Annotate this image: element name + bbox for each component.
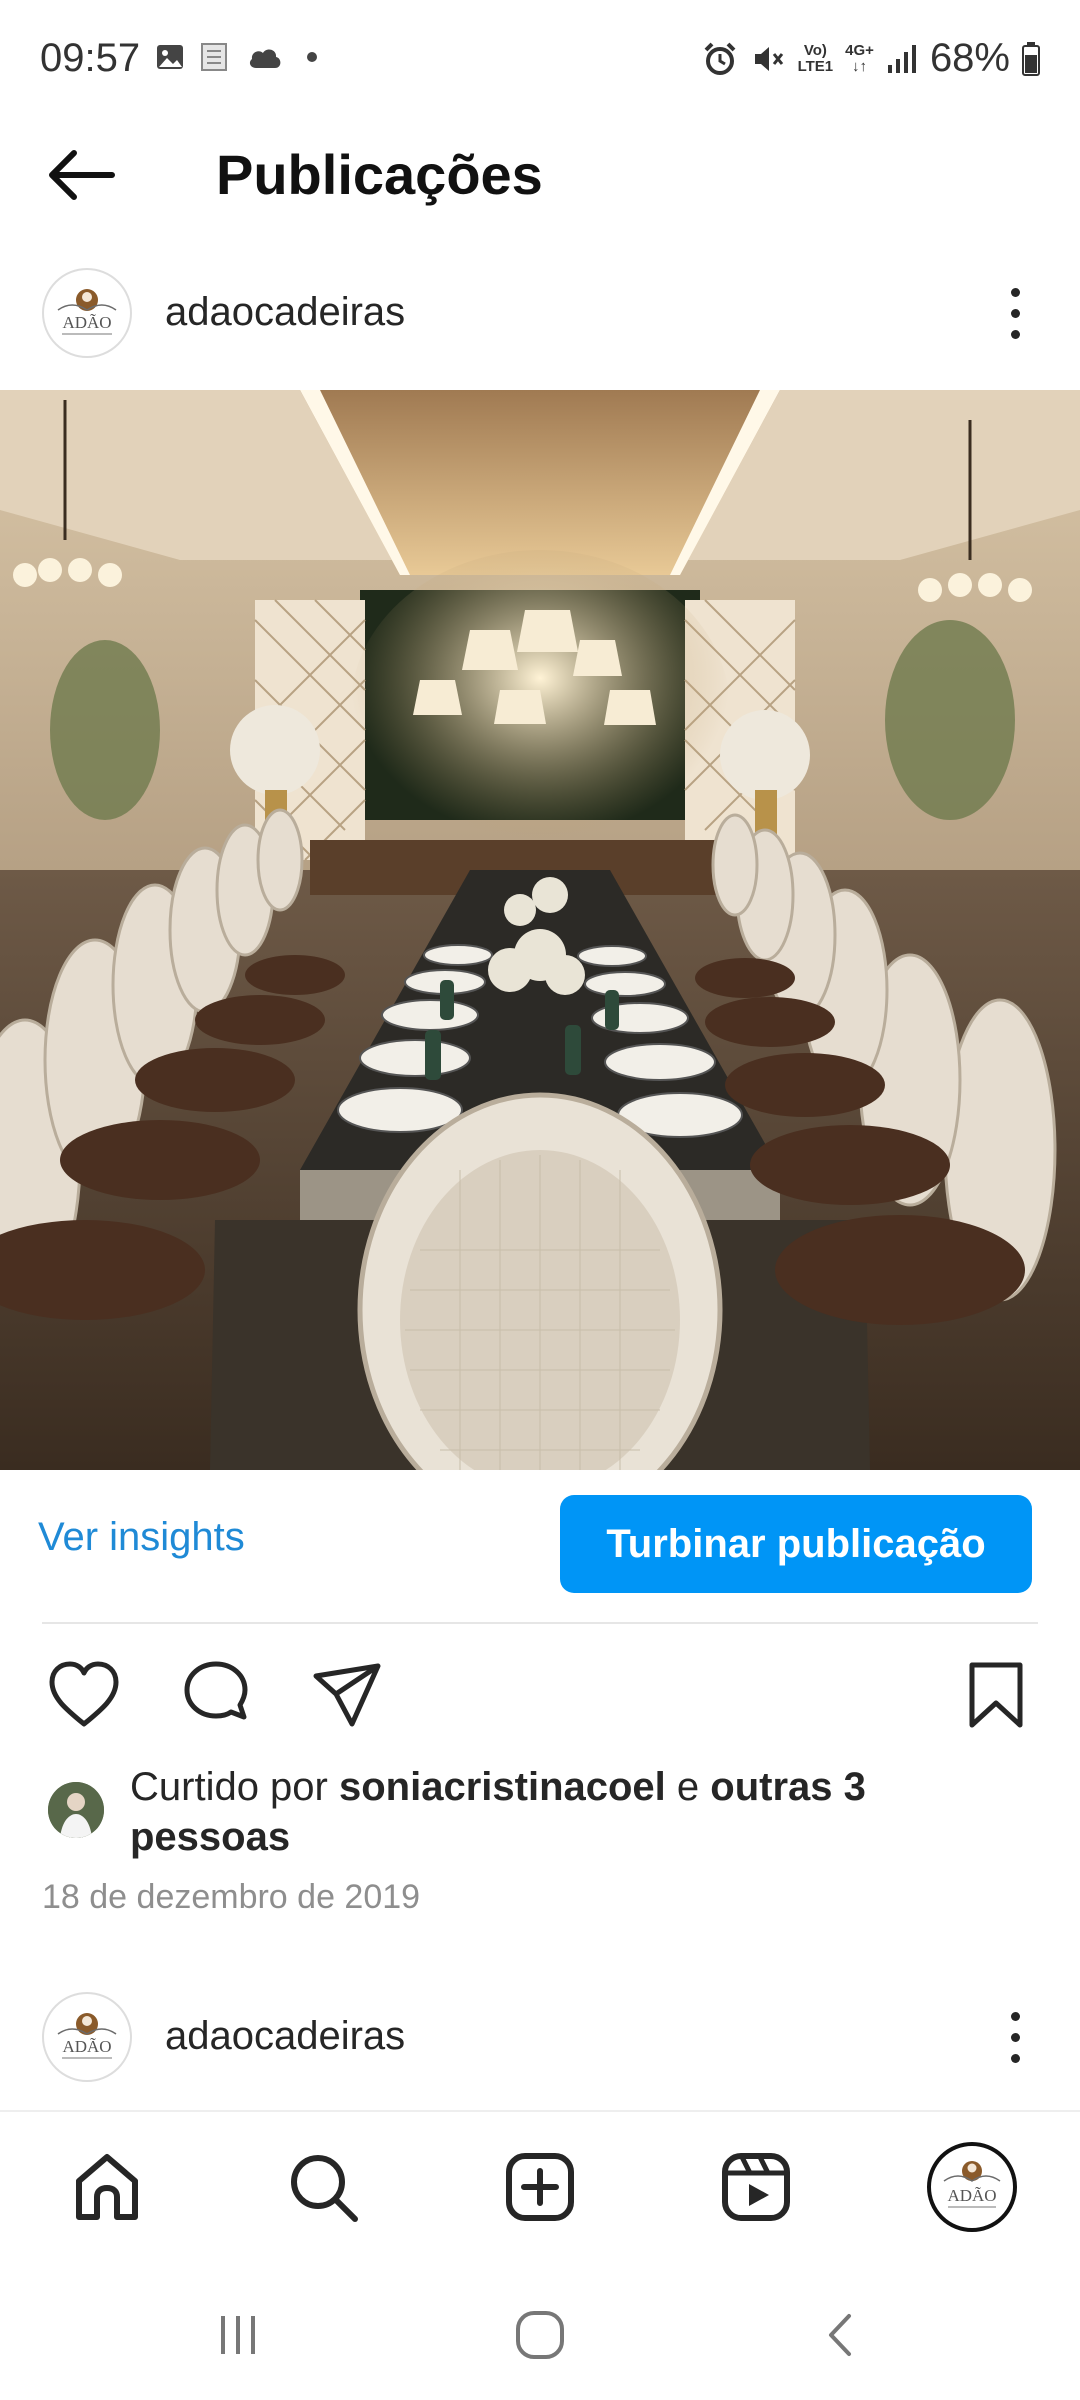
share-button[interactable] <box>308 1655 388 1735</box>
avatar[interactable]: ADÃO <box>42 268 132 358</box>
post-date: 18 de dezembro de 2019 <box>42 1878 421 1916</box>
nav-search[interactable] <box>278 2142 368 2232</box>
alarm-icon <box>704 42 736 75</box>
status-bar: 09:57 Vo) LTE1 4G+ ↓↑ 68% <box>0 0 1080 120</box>
mute-icon <box>754 46 783 71</box>
page-title: Publicações <box>216 143 543 206</box>
status-time: 09:57 <box>40 36 141 80</box>
home-circle-icon <box>516 2311 564 2359</box>
save-button[interactable] <box>956 1655 1036 1735</box>
avatar-logo-text: ADÃO <box>62 313 111 332</box>
system-status-icons: Vo) LTE1 4G+ ↓↑ 68% <box>702 36 1040 81</box>
cloud-icon <box>249 49 281 68</box>
view-insights-link[interactable]: Ver insights <box>38 1515 245 1560</box>
reels-icon <box>722 2153 790 2221</box>
liker-photo <box>48 1782 104 1838</box>
liker-username[interactable]: soniacristinacoel <box>339 1765 666 1809</box>
share-icon <box>313 1663 381 1727</box>
home-button[interactable] <box>500 2295 580 2375</box>
comment-button[interactable] <box>176 1655 256 1735</box>
battery-percent: 68% <box>929 36 1010 80</box>
like-button[interactable] <box>44 1655 124 1735</box>
system-navigation-bar <box>0 2260 1080 2400</box>
post-username[interactable]: adaocadeiras <box>165 2014 405 2059</box>
nav-reels[interactable] <box>711 2142 801 2232</box>
comment-icon <box>184 1661 248 1720</box>
banquet-hall-photo <box>0 390 1080 1470</box>
nav-create[interactable] <box>495 2142 585 2232</box>
profile-avatar: ADÃO <box>927 2142 1017 2232</box>
boost-post-button[interactable]: Turbinar publicação <box>560 1495 1032 1593</box>
avatar[interactable]: ADÃO <box>42 1992 132 2082</box>
likes-prefix: Curtido por <box>130 1765 339 1809</box>
recent-apps-button[interactable] <box>198 2295 278 2375</box>
more-vert-icon <box>1010 287 1020 297</box>
liker-avatar[interactable] <box>48 1782 104 1838</box>
network-indicator: 4G+ ↓↑ <box>845 41 874 75</box>
bookmark-icon <box>969 1662 1023 1728</box>
back-arrow-icon <box>49 150 115 200</box>
next-post-header: ADÃO adaocadeiras <box>0 1992 1080 2112</box>
more-vert-icon <box>1010 2011 1020 2021</box>
more-options-button[interactable] <box>990 278 1040 348</box>
post-username[interactable]: adaocadeiras <box>165 290 405 335</box>
top-app-bar: Publicações <box>0 120 1080 230</box>
likes-connector: e <box>665 1765 711 1809</box>
battery-icon <box>1022 41 1040 76</box>
profile-logo-text: ADÃO <box>947 2186 996 2205</box>
recent-apps-icon <box>221 2316 255 2354</box>
back-button[interactable] <box>40 140 120 210</box>
gallery-icon <box>157 45 183 69</box>
dot-icon <box>307 52 317 62</box>
post-header: ADÃO adaocadeiras <box>0 268 1080 388</box>
more-options-button[interactable] <box>990 2002 1040 2072</box>
divider <box>42 1622 1038 1624</box>
system-back-button[interactable] <box>802 2295 882 2375</box>
back-chevron-icon <box>829 2314 851 2356</box>
notification-icons <box>155 42 327 72</box>
post-image[interactable] <box>0 390 1080 1470</box>
home-icon <box>76 2154 138 2220</box>
document-icon <box>201 43 227 71</box>
search-icon <box>291 2155 358 2222</box>
bottom-navigation: ADÃO <box>0 2110 1080 2260</box>
avatar-logo-text: ADÃO <box>62 2037 111 2056</box>
likes-summary: Curtido por soniacristinacoel e outras 3… <box>130 1762 1010 1862</box>
heart-icon <box>49 1661 119 1727</box>
nav-profile[interactable]: ADÃO <box>926 2142 1018 2232</box>
adao-logo: ADÃO <box>57 2013 117 2059</box>
adao-logo: ADÃO <box>57 289 117 335</box>
add-post-icon <box>506 2153 574 2221</box>
nav-home[interactable] <box>62 2142 152 2232</box>
volte-indicator: Vo) LTE1 <box>797 41 834 75</box>
signal-icon <box>887 44 916 73</box>
